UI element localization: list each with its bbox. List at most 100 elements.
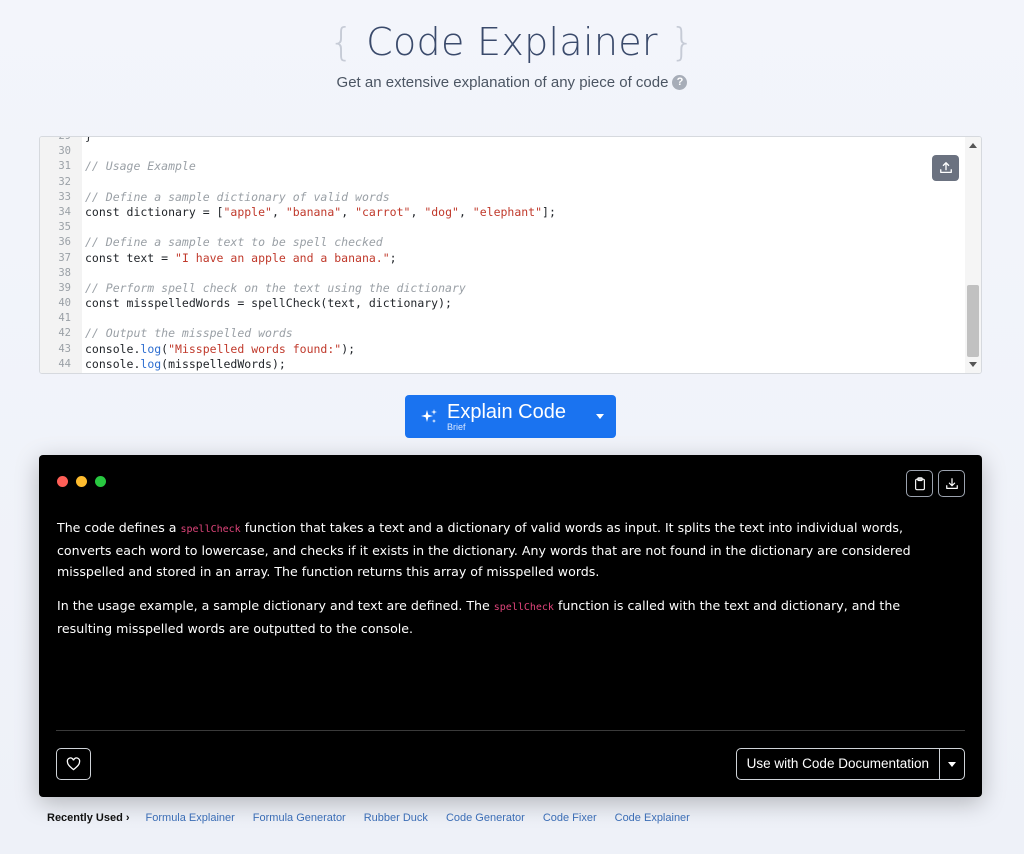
code-token: console. <box>85 341 141 356</box>
scroll-thumb[interactable] <box>967 285 979 357</box>
code-line[interactable]: 38 <box>40 266 965 281</box>
line-number: 30 <box>58 145 71 158</box>
use-with-dropdown[interactable]: Use with Code Documentation <box>735 748 965 780</box>
code-line[interactable]: 41 <box>40 311 965 326</box>
question-circle-icon[interactable]: ? <box>672 75 688 90</box>
code-token: // Output the misspelled words <box>85 326 293 341</box>
line-number: 43 <box>58 342 71 355</box>
explain-button-mode: Brief <box>447 421 466 432</box>
recent-link-code-generator[interactable]: Code Generator <box>446 812 525 824</box>
download-button[interactable] <box>938 470 965 497</box>
output-toolbar <box>906 470 965 497</box>
line-number: 41 <box>58 312 71 325</box>
code-token: , <box>410 204 425 219</box>
line-number: 39 <box>58 281 71 294</box>
line-number: 35 <box>58 221 71 234</box>
code-token: console. <box>85 356 141 371</box>
explain-button-labels: Explain Code Brief <box>447 402 566 432</box>
code-token: "carrot" <box>355 204 411 219</box>
line-number: 42 <box>58 327 71 340</box>
maximize-dot <box>95 476 106 487</box>
code-token: // Define a sample text to be spell chec… <box>85 235 383 250</box>
code-line[interactable]: 42 // Output the misspelled words <box>40 326 965 341</box>
code-token: // Define a sample dictionary of valid w… <box>85 189 390 204</box>
line-number: 32 <box>58 175 71 188</box>
explain-mode-dropdown[interactable] <box>584 395 616 438</box>
code-line[interactable]: 34 const dictionary = ["apple", "banana",… <box>40 205 965 220</box>
code-token: ]; <box>542 204 556 219</box>
inline-code-spellcheck: spellCheck <box>180 524 241 535</box>
inline-code-spellcheck: spellCheck <box>493 602 554 613</box>
scroll-up-arrow-icon[interactable] <box>969 143 977 148</box>
code-token: , <box>458 204 473 219</box>
code-line[interactable]: 32 <box>40 175 965 190</box>
explanation-paragraph-2: In the usage example, a sample dictionar… <box>57 595 957 639</box>
code-token: const dictionary = [ <box>85 204 224 219</box>
output-divider <box>56 730 965 731</box>
explanation-text: The code defines a spellCheck function t… <box>57 517 957 652</box>
page-title: { Code Explainer } <box>0 20 1024 64</box>
code-line[interactable]: 36 // Define a sample text to be spell ch… <box>40 235 965 250</box>
code-line[interactable]: 31 // Usage Example <box>40 159 965 174</box>
code-token: "Misspelled words found:" <box>168 341 342 356</box>
recent-link-code-fixer[interactable]: Code Fixer <box>543 812 597 824</box>
page-title-text: Code Explainer <box>366 20 658 64</box>
code-line[interactable]: 43 console. log("Misspelled words found:")… <box>40 342 965 357</box>
code-token: } <box>85 136 92 143</box>
recently-used-bar: Recently Used › Formula Explainer Formul… <box>47 812 708 824</box>
p1-text-before: The code defines a <box>57 520 181 535</box>
page-header: { Code Explainer } Get an extensive expl… <box>0 20 1024 92</box>
code-token: "elephant" <box>472 204 543 219</box>
code-token: "dog" <box>424 204 459 219</box>
code-line[interactable]: 39 // Perform spell check on the text usi… <box>40 281 965 296</box>
line-number: 29 <box>58 136 71 142</box>
code-token: ; <box>389 250 397 265</box>
page-subtitle: Get an extensive explanation of any piec… <box>337 74 688 91</box>
editor-scrollbar[interactable] <box>965 137 981 373</box>
code-token: "I have an apple and a banana." <box>175 250 390 265</box>
minimize-dot <box>76 476 87 487</box>
window-dots <box>57 476 106 487</box>
line-number: 36 <box>58 236 71 249</box>
code-line[interactable]: 35 <box>40 220 965 235</box>
use-with-code-documentation-button[interactable]: Use with Code Documentation <box>737 749 940 779</box>
code-line[interactable]: 40 const misspelledWords = spellCheck(tex… <box>40 296 965 311</box>
line-number: 37 <box>58 251 71 264</box>
heart-icon <box>66 757 81 771</box>
favorite-button[interactable] <box>56 748 91 780</box>
code-lines[interactable]: 29} 30 31// Usage Example 32 33// Define a s… <box>40 136 965 372</box>
p2-text-before: In the usage example, a sample dictionar… <box>57 598 494 613</box>
copy-button[interactable] <box>906 470 933 497</box>
recently-used-label: Recently Used › <box>47 812 130 824</box>
line-number: 38 <box>58 266 71 279</box>
code-line[interactable]: 37 const text = "I have an apple and a ba… <box>40 251 965 266</box>
recent-link-formula-generator[interactable]: Formula Generator <box>253 812 346 824</box>
code-token: "apple" <box>223 204 272 219</box>
code-editor[interactable]: 29} 30 31// Usage Example 32 33// Define a s… <box>39 136 982 374</box>
recent-link-formula-explainer[interactable]: Formula Explainer <box>146 812 235 824</box>
code-token: (misspelledWords); <box>161 356 286 371</box>
code-token: ); <box>341 341 356 356</box>
upload-button[interactable] <box>932 155 959 181</box>
code-token: const misspelledWords = spellCheck(text,… <box>85 296 452 311</box>
recent-link-code-explainer[interactable]: Code Explainer <box>615 812 690 824</box>
title-brace-close: } <box>670 20 695 64</box>
use-with-options-toggle[interactable] <box>940 749 964 779</box>
code-token: , <box>271 204 286 219</box>
code-line[interactable]: 44 console. log (misspelledWords); <box>40 357 965 372</box>
close-dot <box>57 476 68 487</box>
code-line[interactable]: 30 <box>40 144 965 159</box>
code-line[interactable]: 33 // Define a sample dictionary of valid… <box>40 190 965 205</box>
recent-link-rubber-duck[interactable]: Rubber Duck <box>364 812 428 824</box>
explain-code-button[interactable]: Explain Code Brief <box>405 395 616 438</box>
code-token: "banana" <box>285 204 342 219</box>
line-number: 31 <box>58 160 71 173</box>
code-token: const text = <box>85 250 176 265</box>
code-line[interactable]: 29} <box>40 136 965 144</box>
subtitle-text: Get an extensive explanation of any piec… <box>336 74 669 91</box>
code-token: // Perform spell check on the text using… <box>85 280 466 295</box>
scroll-down-arrow-icon[interactable] <box>969 362 977 367</box>
title-brace-open: { <box>329 20 354 64</box>
clipboard-icon <box>914 476 925 490</box>
sparkles-icon <box>421 408 437 423</box>
